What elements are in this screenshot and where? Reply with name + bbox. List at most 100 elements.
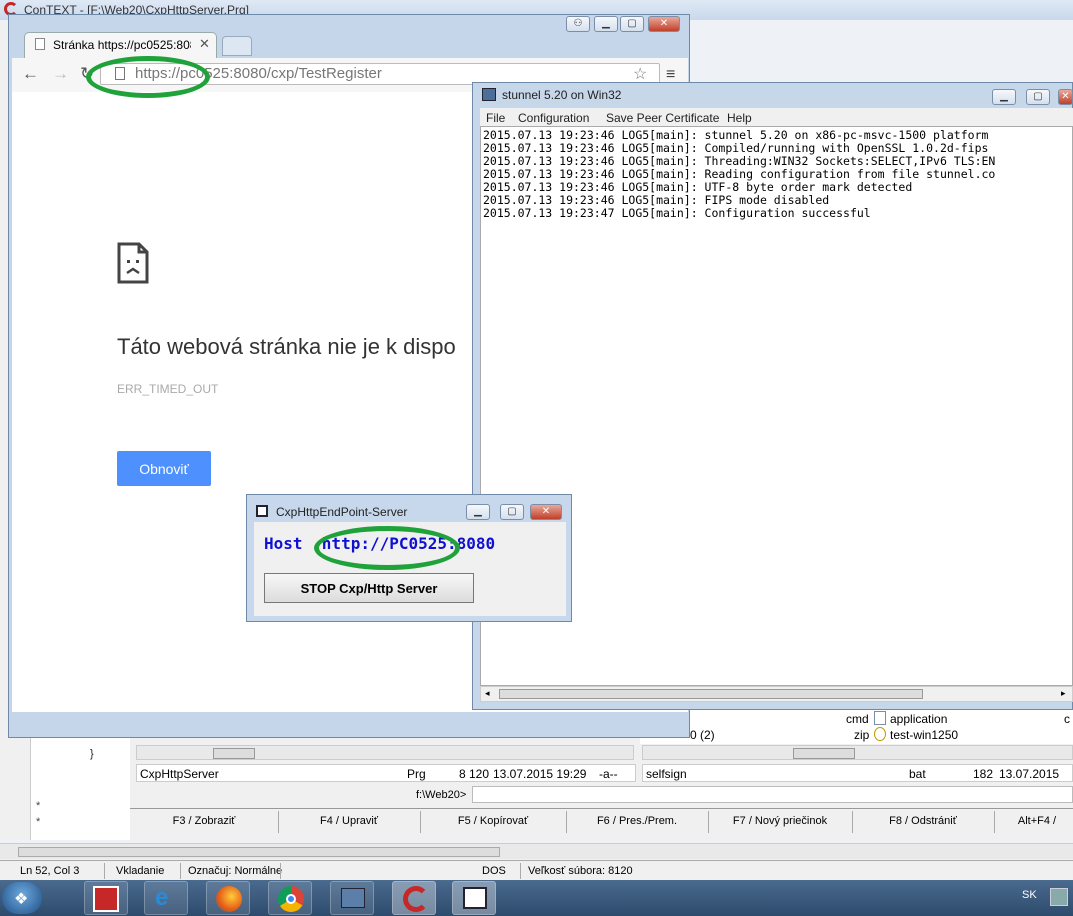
edit-mode: Vkladanie bbox=[116, 865, 165, 877]
editor-status-bar: Ln 52, Col 3 Vkladanie Označuj: Normálne… bbox=[0, 860, 1073, 881]
file-size-status: Veľkosť súbora: 8120 bbox=[528, 865, 633, 877]
tab-close-icon[interactable]: ✕ bbox=[199, 36, 210, 52]
file-name[interactable]: application bbox=[890, 712, 947, 726]
stunnel-menu-bar: File Configuration Save Peer Certificate… bbox=[480, 108, 1073, 126]
fkey-move[interactable]: F6 / Pres./Prem. bbox=[566, 815, 708, 827]
close-button[interactable]: ✕ bbox=[1058, 89, 1073, 105]
file-ext: Prg bbox=[407, 767, 426, 781]
menu-file[interactable]: File bbox=[486, 111, 505, 125]
taskbar-firefox[interactable] bbox=[206, 881, 250, 915]
gutter-mark: * bbox=[36, 800, 41, 812]
stunnel-app-icon bbox=[482, 88, 496, 101]
command-line-row: f:\Web20> bbox=[136, 786, 1073, 804]
url-path: :8080/cxp/TestRegister bbox=[229, 65, 382, 82]
function-key-bar: F3 / Zobraziť F4 / Upraviť F5 / Kopírova… bbox=[130, 808, 1073, 835]
right-panel-scrollbar[interactable] bbox=[642, 745, 1073, 760]
forward-icon[interactable]: → bbox=[52, 64, 69, 84]
maximize-button[interactable]: ▢ bbox=[620, 16, 644, 32]
file-ext: cmd bbox=[846, 712, 869, 726]
chrome-icon bbox=[278, 886, 304, 912]
file-ext: zip bbox=[854, 728, 870, 742]
minimize-button[interactable]: ▁ bbox=[594, 16, 618, 32]
gutter-mark: * bbox=[36, 816, 41, 828]
fkey-edit[interactable]: F4 / Upraviť bbox=[278, 815, 420, 827]
back-icon[interactable]: ← bbox=[22, 64, 39, 84]
tab-title: Stránka https://pc0525:808 bbox=[53, 38, 191, 52]
file-name: selfsign bbox=[646, 767, 687, 781]
sad-page-icon bbox=[117, 242, 149, 284]
file-icon bbox=[874, 711, 886, 725]
left-selected-file[interactable]: CxpHttpServer Prg 8 120 13.07.2015 19:29… bbox=[136, 764, 636, 782]
file-extra: c bbox=[1064, 712, 1070, 726]
command-line-input[interactable] bbox=[472, 786, 1073, 803]
file-size: 8 120 bbox=[459, 767, 490, 781]
window-app-icon bbox=[463, 887, 487, 909]
file-date: 13.07.2015 19 bbox=[999, 767, 1060, 781]
left-panel-scrollbar[interactable] bbox=[136, 745, 634, 760]
taskbar-cxp-server[interactable] bbox=[452, 881, 496, 915]
cxp-app-icon bbox=[256, 505, 268, 517]
taskbar-stunnel[interactable] bbox=[330, 881, 374, 915]
file-size: 182 bbox=[973, 767, 994, 781]
current-path: f:\Web20> bbox=[416, 789, 467, 801]
fkey-copy[interactable]: F5 / Kopírovať bbox=[420, 815, 566, 827]
selection-mode: Označuj: Normálne bbox=[188, 865, 283, 877]
firefox-icon bbox=[216, 886, 242, 912]
network-icon bbox=[341, 888, 365, 908]
stunnel-horizontal-scrollbar[interactable]: ◂ ▸ bbox=[480, 686, 1073, 702]
log-line: 2015.07.13 19:23:47 LOG5[main]: Configur… bbox=[483, 206, 871, 220]
scroll-thumb[interactable] bbox=[793, 748, 855, 759]
editor-horizontal-scrollbar[interactable] bbox=[0, 843, 1073, 859]
menu-help[interactable]: Help bbox=[727, 111, 752, 125]
file-name: CxpHttpServer bbox=[140, 767, 219, 781]
code-brace: } bbox=[90, 748, 94, 760]
ie-file-icon bbox=[874, 727, 886, 741]
annotation-oval-url bbox=[86, 56, 210, 98]
scroll-left-icon[interactable]: ◂ bbox=[485, 688, 490, 699]
bookmark-star-icon[interactable]: ☆ bbox=[633, 64, 647, 84]
tray-icon[interactable] bbox=[1050, 888, 1068, 906]
scroll-thumb[interactable] bbox=[18, 847, 500, 857]
scroll-thumb[interactable] bbox=[213, 748, 255, 759]
maximize-button[interactable]: ▢ bbox=[1026, 89, 1050, 105]
minimize-button[interactable]: ▁ bbox=[992, 89, 1016, 105]
right-selected-file[interactable]: selfsign bat 182 13.07.2015 19 bbox=[642, 764, 1073, 782]
language-indicator[interactable]: SK bbox=[1022, 889, 1037, 901]
fkey-new-folder[interactable]: F7 / Nový priečinok bbox=[708, 815, 852, 827]
browser-tab[interactable]: Stránka https://pc0525:808 ✕ bbox=[24, 32, 217, 58]
menu-configuration[interactable]: Configuration bbox=[518, 111, 589, 125]
cxp-title: CxpHttpEndPoint-Server bbox=[276, 505, 408, 519]
menu-save-peer-certificate[interactable]: Save Peer Certificate bbox=[606, 111, 719, 125]
start-button[interactable]: ❖ bbox=[2, 882, 42, 914]
windows-logo-icon: ❖ bbox=[14, 891, 29, 908]
floppy-icon bbox=[93, 886, 119, 912]
user-icon[interactable]: ⚇ bbox=[566, 16, 590, 32]
taskbar-save-app[interactable] bbox=[84, 881, 128, 915]
close-button[interactable]: ✕ bbox=[530, 504, 562, 520]
file-prefix: 0 (2) bbox=[690, 728, 715, 742]
taskbar-context[interactable] bbox=[392, 881, 436, 915]
scroll-right-icon[interactable]: ▸ bbox=[1061, 688, 1066, 699]
file-date: 13.07.2015 19:29 bbox=[493, 767, 587, 781]
stunnel-title: stunnel 5.20 on Win32 bbox=[502, 88, 622, 102]
error-heading: Táto webová stránka nie je k dispo bbox=[117, 334, 456, 359]
close-button[interactable]: ✕ bbox=[648, 16, 680, 32]
taskbar-chrome[interactable] bbox=[268, 881, 312, 915]
taskbar-ie[interactable]: e bbox=[144, 881, 188, 915]
internet-explorer-icon: e bbox=[155, 884, 169, 911]
fkey-view[interactable]: F3 / Zobraziť bbox=[130, 815, 278, 827]
stop-server-button[interactable]: STOP Cxp/Http Server bbox=[264, 573, 474, 603]
fkey-delete[interactable]: F8 / Odstrániť bbox=[852, 815, 994, 827]
file-name[interactable]: test-win1250 bbox=[890, 728, 958, 742]
new-tab-button[interactable] bbox=[222, 36, 252, 56]
page-icon bbox=[35, 38, 45, 50]
scroll-thumb[interactable] bbox=[499, 689, 923, 699]
minimize-button[interactable]: ▁ bbox=[466, 504, 490, 520]
cursor-position: Ln 52, Col 3 bbox=[20, 865, 80, 877]
maximize-button[interactable]: ▢ bbox=[500, 504, 524, 520]
file-ext: bat bbox=[909, 767, 926, 781]
file-attr: -a-- bbox=[599, 767, 618, 781]
reload-page-button[interactable]: Obnoviť bbox=[117, 451, 211, 486]
fkey-exit[interactable]: Alt+F4 / bbox=[1002, 815, 1072, 827]
annotation-oval-host bbox=[314, 526, 460, 570]
